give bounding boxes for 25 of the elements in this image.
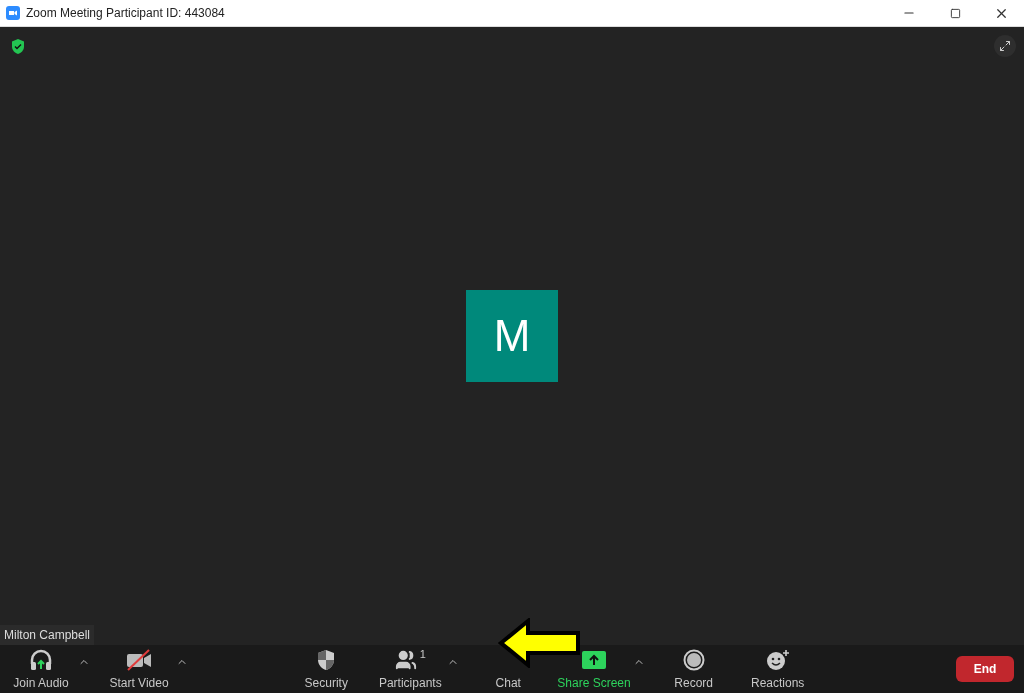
- window-title: Zoom Meeting Participant ID: 443084: [26, 6, 226, 20]
- app-logo-icon: [6, 6, 20, 20]
- video-off-icon: [125, 649, 153, 671]
- video-button[interactable]: Start Video: [104, 648, 174, 690]
- headphones-icon: [29, 649, 53, 671]
- record-button[interactable]: Record: [658, 648, 729, 690]
- smiley-plus-icon: [765, 649, 790, 671]
- expand-icon: [999, 40, 1011, 52]
- end-button[interactable]: End: [956, 656, 1014, 682]
- fullscreen-button[interactable]: [994, 35, 1016, 57]
- people-icon: [394, 649, 417, 671]
- maximize-icon: [949, 7, 961, 19]
- shield-check-icon: [11, 39, 25, 54]
- share-button[interactable]: Share Screen: [557, 648, 631, 690]
- participant-name: Milton Campbell: [0, 625, 95, 645]
- shield-icon: [316, 649, 337, 671]
- chat-button[interactable]: Chat: [473, 676, 544, 690]
- avatar-initial: M: [466, 290, 558, 382]
- record-icon: [682, 649, 705, 671]
- share-screen-icon: [582, 651, 606, 669]
- participant-count: 1: [419, 648, 426, 660]
- audio-button[interactable]: Join Audio: [6, 648, 76, 690]
- security-button[interactable]: Security: [291, 648, 362, 690]
- reactions-button[interactable]: Reactions: [742, 648, 813, 690]
- participants-button[interactable]: 1 Participants: [375, 648, 446, 690]
